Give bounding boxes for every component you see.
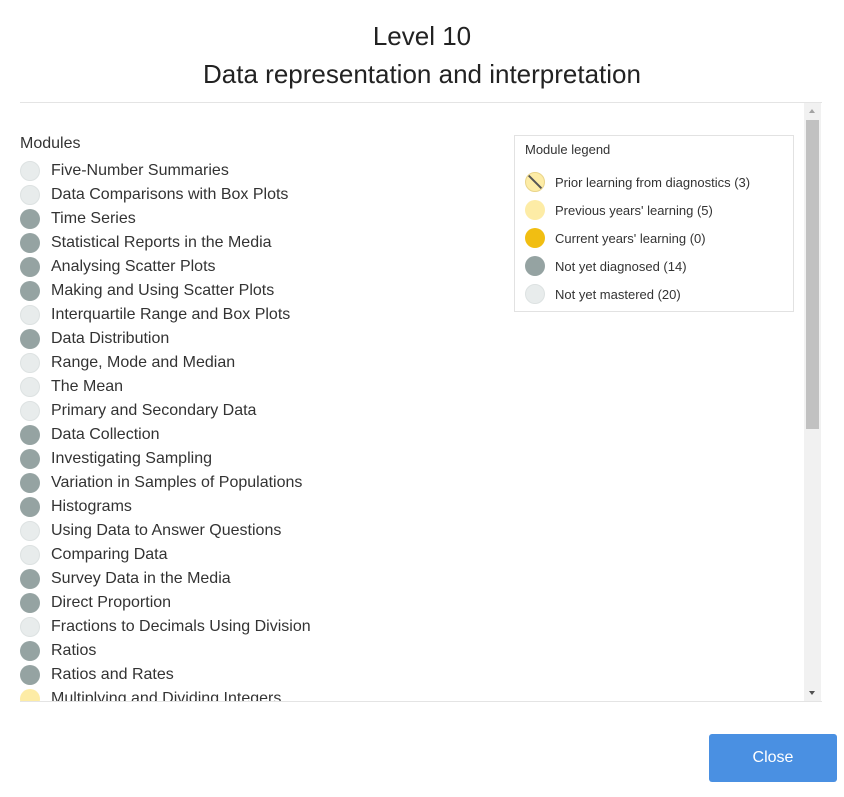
status-dot-icon xyxy=(20,473,40,493)
legend-item: Prior learning from diagnostics (3) xyxy=(525,168,750,196)
status-dot-icon xyxy=(20,257,40,277)
status-dot-icon xyxy=(20,617,40,637)
module-label: Interquartile Range and Box Plots xyxy=(51,306,291,323)
status-dot-icon xyxy=(20,377,40,397)
module-item[interactable]: Statistical Reports in the Media xyxy=(20,231,311,255)
status-dot-icon xyxy=(20,185,40,205)
status-dot-icon xyxy=(20,569,40,589)
module-item[interactable]: Investigating Sampling xyxy=(20,447,311,471)
status-dot-icon xyxy=(20,209,40,229)
module-label: Using Data to Answer Questions xyxy=(51,522,282,539)
legend-label: Current years' learning (0) xyxy=(555,230,706,246)
status-dot-icon xyxy=(20,281,40,301)
module-item[interactable]: Using Data to Answer Questions xyxy=(20,519,311,543)
divider-bottom xyxy=(20,701,822,702)
legend-label: Prior learning from diagnostics (3) xyxy=(555,174,751,190)
module-label: Investigating Sampling xyxy=(51,450,212,467)
legend-item: Not yet diagnosed (14) xyxy=(525,252,750,280)
status-dot-icon xyxy=(20,449,40,469)
module-label: Variation in Samples of Populations xyxy=(51,474,303,491)
module-item[interactable]: Ratios and Rates xyxy=(20,663,311,687)
module-label: Making and Using Scatter Plots xyxy=(51,282,275,299)
status-dot-icon xyxy=(20,593,40,613)
legend-item: Current years' learning (0) xyxy=(525,224,750,252)
level-title: Level 10 xyxy=(372,21,472,51)
module-label: Direct Proportion xyxy=(51,594,172,611)
legend-dot-icon xyxy=(525,172,545,192)
module-item[interactable]: Range, Mode and Median xyxy=(20,351,311,375)
module-label: Data Distribution xyxy=(51,330,170,347)
module-item[interactable]: Ratios xyxy=(20,639,311,663)
module-item[interactable]: Direct Proportion xyxy=(20,591,311,615)
module-item[interactable]: Data Comparisons with Box Plots xyxy=(20,183,311,207)
module-label: Data Collection xyxy=(51,426,160,443)
status-dot-icon xyxy=(20,665,40,685)
legend-dot-icon xyxy=(525,284,545,304)
module-label: Analysing Scatter Plots xyxy=(51,258,216,275)
module-item[interactable]: Primary and Secondary Data xyxy=(20,399,311,423)
status-dot-icon xyxy=(20,353,40,373)
legend-label: Previous years' learning (5) xyxy=(555,202,713,218)
scroll-thumb[interactable] xyxy=(806,120,819,429)
scroll-content[interactable]: Modules Five-Number Summaries Data Compar… xyxy=(20,103,804,701)
module-legend: Module legend Prior learning from diagno… xyxy=(514,135,794,312)
legend-item: Not yet mastered (20) xyxy=(525,280,750,308)
module-label: Comparing Data xyxy=(51,546,168,563)
status-dot-icon xyxy=(20,689,40,701)
module-label: Histograms xyxy=(51,498,132,515)
legend-title: Module legend xyxy=(525,142,611,157)
module-item[interactable]: Fractions to Decimals Using Division xyxy=(20,615,311,639)
status-dot-icon xyxy=(20,305,40,325)
module-item[interactable]: Time Series xyxy=(20,207,311,231)
legend-dot-icon xyxy=(525,256,545,276)
module-label: Five-Number Summaries xyxy=(51,162,229,179)
module-item[interactable]: Multiplying and Dividing Integers xyxy=(20,687,311,701)
status-dot-icon xyxy=(20,521,40,541)
module-item[interactable]: The Mean xyxy=(20,375,311,399)
vertical-scrollbar[interactable] xyxy=(804,103,821,701)
status-dot-icon xyxy=(20,545,40,565)
module-item[interactable]: Variation in Samples of Populations xyxy=(20,471,311,495)
close-button[interactable]: Close xyxy=(709,734,837,782)
module-item[interactable]: Data Distribution xyxy=(20,327,311,351)
module-item[interactable]: Data Collection xyxy=(20,423,311,447)
scroll-down-arrow-icon[interactable] xyxy=(804,684,821,701)
status-dot-icon xyxy=(20,233,40,253)
scroll-up-arrow-icon[interactable] xyxy=(804,103,821,120)
module-item[interactable]: Five-Number Summaries xyxy=(20,159,311,183)
module-item[interactable]: Analysing Scatter Plots xyxy=(20,255,311,279)
module-label: Survey Data in the Media xyxy=(51,570,231,587)
status-dot-icon xyxy=(20,401,40,421)
module-label: Ratios and Rates xyxy=(51,666,174,683)
dialog-title: Data representation and interpretation xyxy=(203,59,641,89)
module-label: Range, Mode and Median xyxy=(51,354,236,371)
module-label: Time Series xyxy=(51,210,136,227)
module-label: Multiplying and Dividing Integers xyxy=(51,690,282,701)
module-label: Statistical Reports in the Media xyxy=(51,234,272,251)
module-list: Five-Number Summaries Data Comparisons wi… xyxy=(20,159,311,701)
status-dot-icon xyxy=(20,425,40,445)
legend-label: Not yet diagnosed (14) xyxy=(555,258,687,274)
module-item[interactable]: Survey Data in the Media xyxy=(20,567,311,591)
module-item[interactable]: Making and Using Scatter Plots xyxy=(20,279,311,303)
module-label: Fractions to Decimals Using Division xyxy=(51,618,311,635)
module-label: Data Comparisons with Box Plots xyxy=(51,186,289,203)
module-item[interactable]: Comparing Data xyxy=(20,543,311,567)
legend-list: Prior learning from diagnostics (3) Previ… xyxy=(525,168,750,308)
status-dot-icon xyxy=(20,497,40,517)
modules-heading: Modules xyxy=(20,135,81,152)
legend-dot-icon xyxy=(525,228,545,248)
legend-dot-icon xyxy=(525,200,545,220)
status-dot-icon xyxy=(20,329,40,349)
legend-label: Not yet mastered (20) xyxy=(555,286,681,302)
legend-item: Previous years' learning (5) xyxy=(525,196,750,224)
module-item[interactable]: Interquartile Range and Box Plots xyxy=(20,303,311,327)
status-dot-icon xyxy=(20,641,40,661)
module-item[interactable]: Histograms xyxy=(20,495,311,519)
module-label: Ratios xyxy=(51,642,97,659)
module-label: The Mean xyxy=(51,378,124,395)
status-dot-icon xyxy=(20,161,40,181)
module-label: Primary and Secondary Data xyxy=(51,402,257,419)
